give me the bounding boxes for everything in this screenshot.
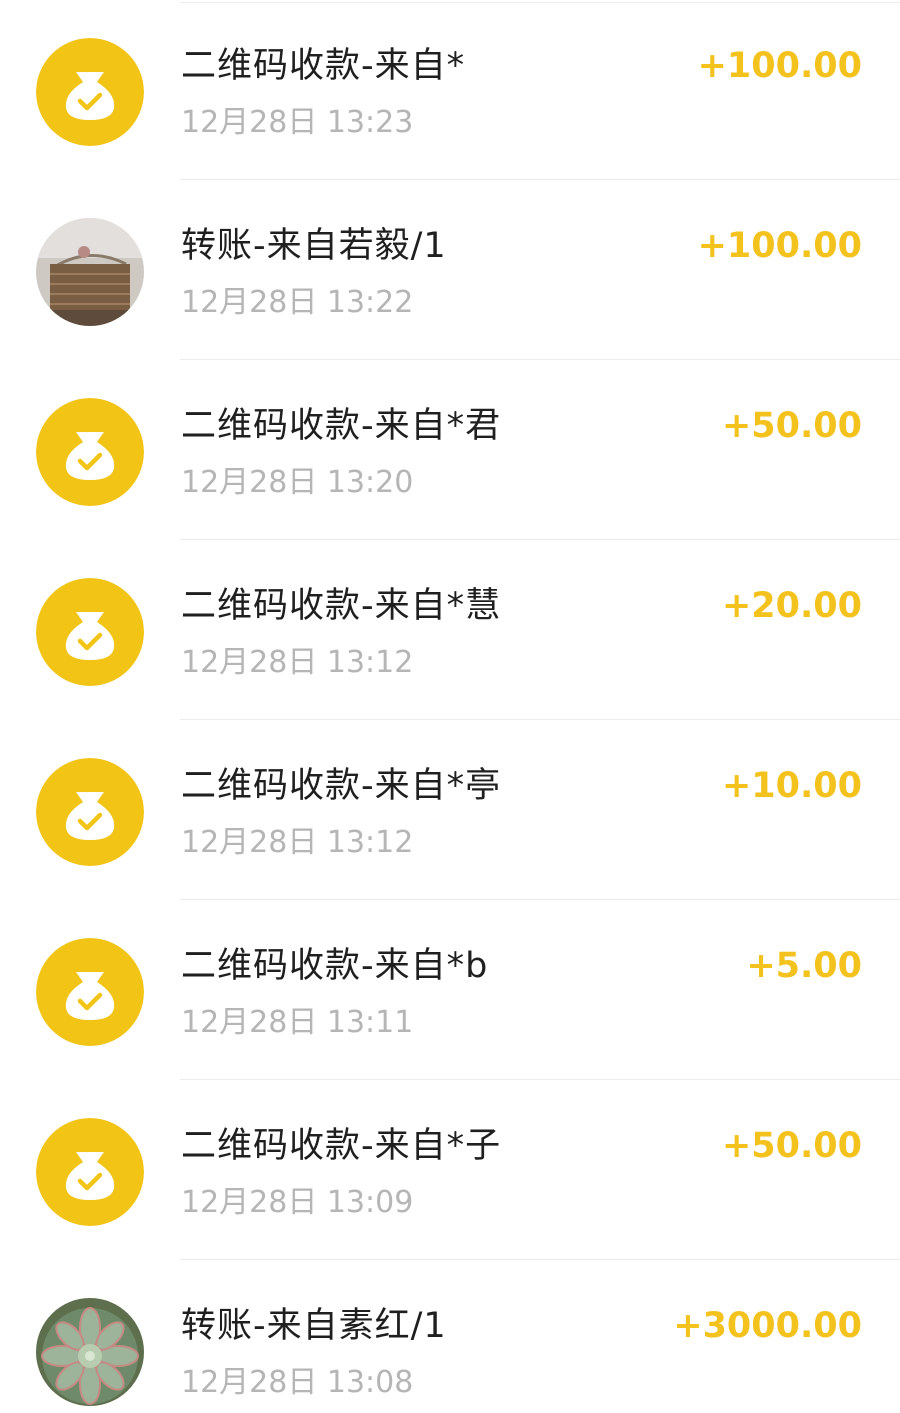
transaction-title: 二维码收款-来自*慧 [181,586,502,626]
money-bag-icon [36,578,144,686]
transaction-row[interactable]: 转账-来自素红/1 12月28日 13:08 +3000.00 [0,1260,900,1413]
transaction-title: 二维码收款-来自*君 [181,406,502,446]
transaction-amount: +3000.00 [673,1306,862,1346]
transaction-row[interactable]: 二维码收款-来自*b 12月28日 13:11 +5.00 [0,900,900,1080]
transaction-time: 12月28日 13:09 [181,1185,414,1220]
transaction-time: 12月28日 13:12 [181,645,414,680]
transaction-time: 12月28日 13:08 [181,1365,414,1400]
transaction-row[interactable]: 二维码收款-来自*子 12月28日 13:09 +50.00 [0,1080,900,1260]
transaction-amount: +100.00 [697,226,862,266]
money-bag-icon [36,1118,144,1226]
transaction-title: 二维码收款-来自*子 [181,1126,502,1166]
transaction-time: 12月28日 13:23 [181,105,414,140]
transaction-time: 12月28日 13:12 [181,825,414,860]
transaction-title: 转账-来自素红/1 [181,1306,447,1346]
money-bag-icon [36,758,144,866]
money-bag-icon [36,938,144,1046]
transaction-amount: +50.00 [721,1126,862,1166]
succulent-photo-avatar [36,1298,144,1406]
transaction-amount: +20.00 [721,586,862,626]
transaction-row[interactable]: 二维码收款-来自*君 12月28日 13:20 +50.00 [0,360,900,540]
transaction-time: 12月28日 13:11 [181,1005,414,1040]
transaction-list: 二维码收款-来自* 12月28日 13:23 +100.00 转账-来自若毅/1… [0,0,900,1413]
transaction-title: 二维码收款-来自*b [181,946,489,986]
basket-photo-avatar [36,218,144,326]
money-bag-icon [36,398,144,506]
transaction-amount: +100.00 [697,46,862,86]
money-bag-icon [36,38,144,146]
transaction-title: 二维码收款-来自* [181,46,466,86]
transaction-amount: +50.00 [721,406,862,446]
transaction-time: 12月28日 13:20 [181,465,414,500]
transaction-row[interactable]: 二维码收款-来自* 12月28日 13:23 +100.00 [0,0,900,180]
transaction-time: 12月28日 13:22 [181,285,414,320]
transaction-amount: +10.00 [721,766,862,806]
transaction-row[interactable]: 二维码收款-来自*亭 12月28日 13:12 +10.00 [0,720,900,900]
transaction-title: 二维码收款-来自*亭 [181,766,502,806]
transaction-title: 转账-来自若毅/1 [181,226,447,266]
transaction-amount: +5.00 [746,946,862,986]
transaction-row[interactable]: 二维码收款-来自*慧 12月28日 13:12 +20.00 [0,540,900,720]
transaction-row[interactable]: 转账-来自若毅/1 12月28日 13:22 +100.00 [0,180,900,360]
